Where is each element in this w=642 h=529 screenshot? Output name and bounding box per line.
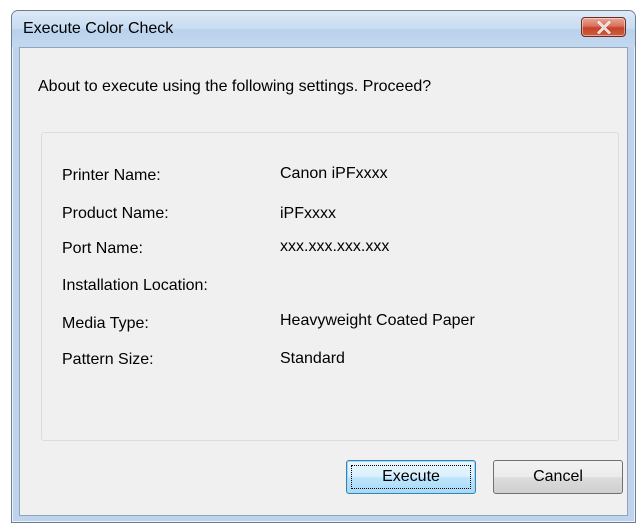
- setting-label: Product Name:: [62, 205, 169, 222]
- title-bar[interactable]: Execute Color Check: [12, 11, 635, 47]
- setting-label: Port Name:: [62, 240, 143, 257]
- setting-value: xxx.xxx.xxx.xxx: [280, 238, 390, 255]
- settings-panel: Printer Name: Canon iPFxxxx Product Name…: [41, 132, 619, 441]
- dialog-body: About to execute using the following set…: [19, 47, 628, 516]
- setting-value: iPFxxxx: [280, 205, 336, 222]
- setting-label: Pattern Size:: [62, 351, 154, 368]
- close-icon: [597, 21, 611, 34]
- setting-value: Standard: [280, 350, 345, 367]
- confirmation-prompt: About to execute using the following set…: [38, 78, 432, 95]
- cancel-button[interactable]: Cancel: [493, 460, 623, 494]
- close-button[interactable]: [581, 17, 626, 37]
- setting-value: Heavyweight Coated Paper: [280, 312, 475, 329]
- setting-label: Installation Location:: [62, 277, 208, 294]
- execute-button[interactable]: Execute: [346, 460, 476, 494]
- window-title: Execute Color Check: [23, 20, 174, 37]
- setting-value: Canon iPFxxxx: [280, 165, 388, 182]
- execute-button-label: Execute: [382, 468, 440, 485]
- setting-label: Media Type:: [62, 315, 149, 332]
- dialog-window: Execute Color Check About to execute usi…: [11, 10, 636, 523]
- setting-label: Printer Name:: [62, 167, 161, 184]
- cancel-button-label: Cancel: [533, 468, 583, 485]
